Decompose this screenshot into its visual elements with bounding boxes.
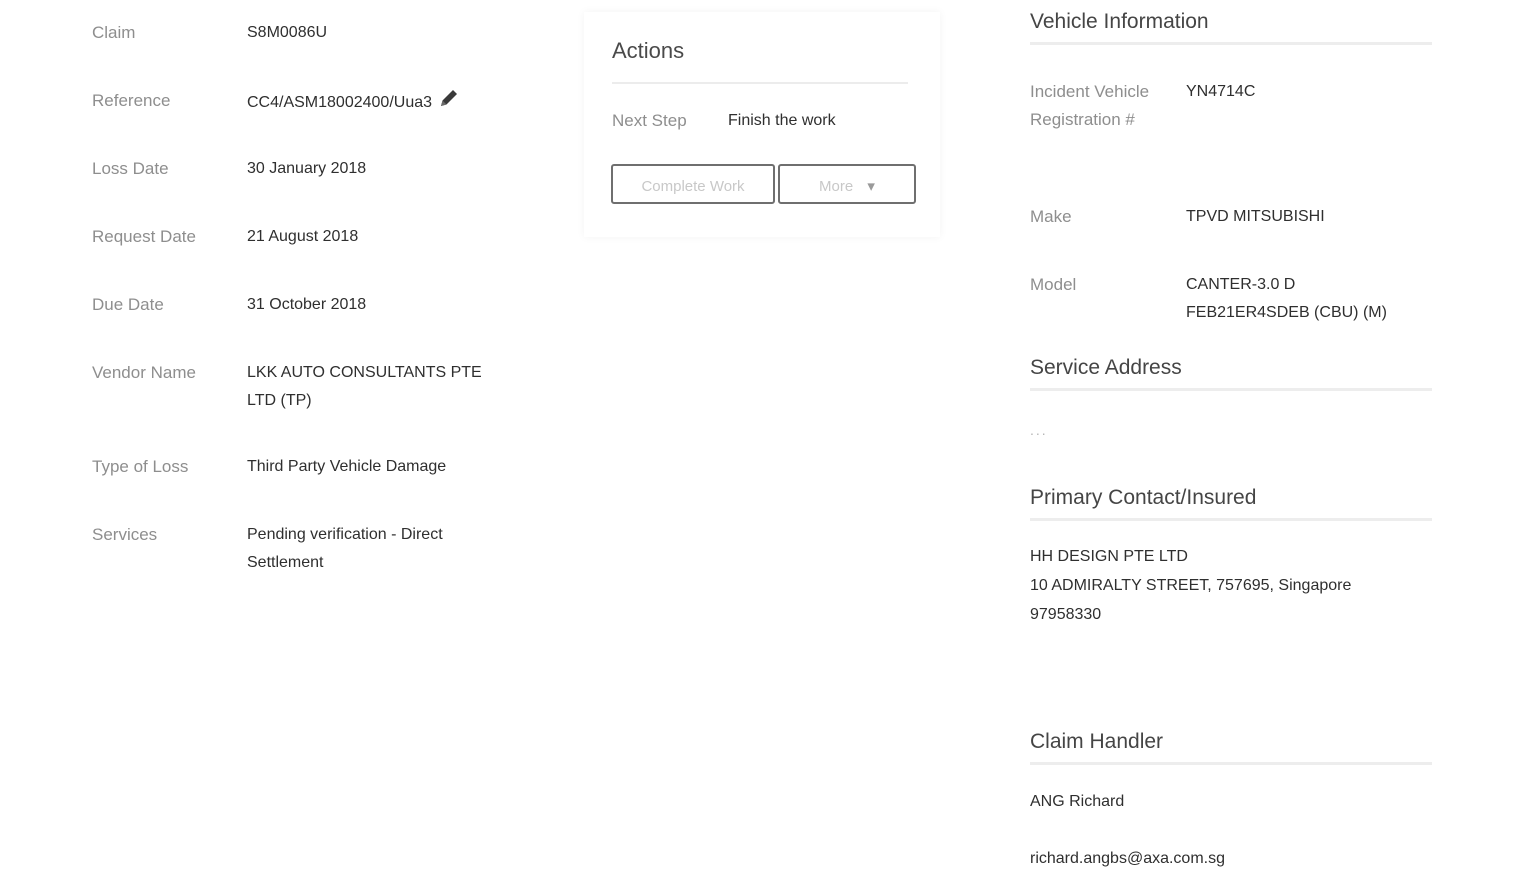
contact-address: 10 ADMIRALTY STREET, 757695, Singapore [1030,577,1352,594]
chevron-down-icon: ▾ [867,178,875,195]
claim-label: Claim [92,23,136,42]
model-label: Model [1030,275,1077,294]
more-button[interactable]: More ▾ [778,164,916,204]
vehicle-info-title: Vehicle Information [1030,10,1209,33]
pencil-icon[interactable] [438,87,460,119]
primary-contact-divider [1030,518,1432,521]
request-date-label: Request Date [92,227,196,246]
complete-work-button[interactable]: Complete Work [611,164,775,204]
handler-email[interactable]: richard.angbs@axa.com.sg [1030,845,1225,873]
services-label: Services [92,525,158,544]
contact-phone: 97958330 [1030,606,1102,623]
make-label: Make [1030,207,1072,226]
reference-label: Reference [92,91,171,110]
reference-value-wrap: CC4/ASM18002400/Uua3 [247,87,517,119]
claim-value: S8M0086U [247,24,328,41]
reference-value: CC4/ASM18002400/Uua3 [247,94,433,112]
next-step-value: Finish the work [728,112,836,129]
primary-contact-title: Primary Contact/Insured [1030,486,1257,509]
due-date-value: 31 October 2018 [247,296,367,313]
registration-label: Incident Vehicle Registration # [1030,82,1150,129]
claim-handler-title: Claim Handler [1030,730,1164,753]
actions-title: Actions [612,38,685,63]
vendor-name-label: Vendor Name [92,363,196,382]
request-date-value: 21 August 2018 [247,228,359,245]
loss-date-label: Loss Date [92,159,169,178]
registration-value: YN4714C [1186,83,1256,100]
type-of-loss-label: Type of Loss [92,457,189,476]
type-of-loss-value: Third Party Vehicle Damage [247,458,447,475]
model-value: CANTER-3.0 D FEB21ER4SDEB (CBU) (M) [1186,276,1387,321]
make-value: TPVD MITSUBISHI [1186,208,1325,225]
actions-divider [612,82,908,84]
services-value: Pending verification - Direct Settlement [247,526,443,571]
loss-date-value: 30 January 2018 [247,160,367,177]
claim-handler-divider [1030,762,1432,765]
actions-card: Actions Next Step Finish the work Comple… [584,12,940,237]
vendor-name-value: LKK AUTO CONSULTANTS PTE LTD (TP) [247,364,482,409]
vehicle-info-divider [1030,42,1432,45]
service-address-title: Service Address [1030,356,1182,379]
service-address-value: ... [1030,422,1048,438]
service-address-divider [1030,388,1432,391]
more-label: More [819,178,854,195]
contact-name: HH DESIGN PTE LTD [1030,548,1188,565]
handler-name: ANG Richard [1030,793,1125,810]
next-step-label: Next Step [612,111,687,130]
due-date-label: Due Date [92,295,164,314]
